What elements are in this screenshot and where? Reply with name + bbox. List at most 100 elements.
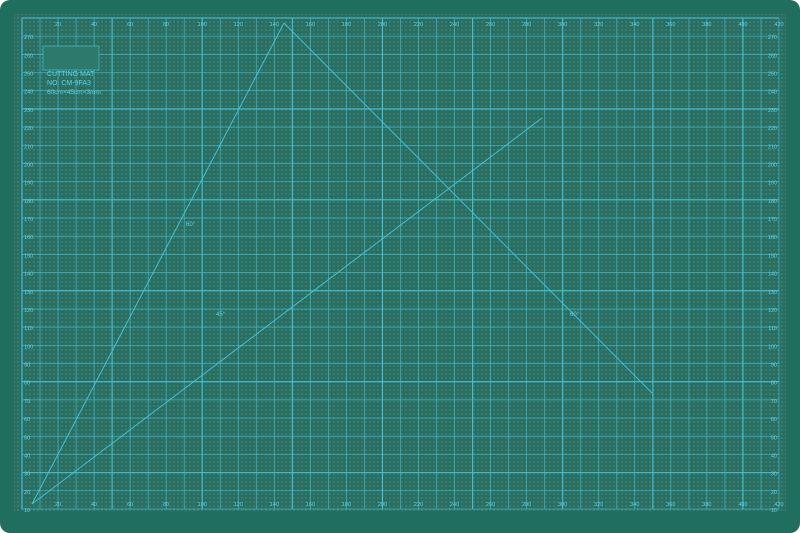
ruler-label-right: 100 bbox=[768, 344, 777, 350]
ruler-label-left: 200 bbox=[24, 162, 33, 168]
ruler-label-left: 210 bbox=[24, 144, 33, 150]
ruler-label-bottom: 220 bbox=[414, 502, 423, 508]
ruler-label-left: 150 bbox=[24, 253, 33, 259]
ruler-label-left: 10 bbox=[24, 508, 30, 514]
ruler-label-bottom: 140 bbox=[270, 502, 279, 508]
ruler-label-top: 320 bbox=[594, 22, 603, 28]
ruler-label-right: 200 bbox=[768, 162, 777, 168]
ruler-label-left: 70 bbox=[24, 399, 30, 405]
ruler-label-right: 230 bbox=[768, 108, 777, 114]
ruler-label-right: 90 bbox=[771, 363, 777, 369]
ruler-label-top: 420 bbox=[774, 22, 783, 28]
ruler-label-right: 250 bbox=[768, 72, 777, 78]
ruler-label-top: 40 bbox=[91, 22, 97, 28]
cutting-mat-grid: 20 40 60 80 100 120 140 160 180 200 220 240 260 280 30… bbox=[14, 14, 786, 514]
ruler-label-left: 240 bbox=[24, 90, 33, 96]
ruler-label-top: 200 bbox=[378, 22, 387, 28]
ruler-label-left: 110 bbox=[24, 326, 33, 332]
ruler-label-top: 20 bbox=[55, 22, 61, 28]
ruler-label-right: 180 bbox=[768, 199, 777, 205]
ruler-label-bottom: 40 bbox=[91, 502, 97, 508]
ruler-label-right: 240 bbox=[768, 90, 777, 96]
ruler-label-right: 10 bbox=[771, 508, 777, 514]
ruler-label-top: 380 bbox=[702, 22, 711, 28]
ruler-label-bottom: 20 bbox=[55, 502, 61, 508]
ruler-label-bottom: 340 bbox=[630, 502, 639, 508]
ruler-label-bottom: 160 bbox=[306, 502, 315, 508]
ruler-label-bottom: 400 bbox=[738, 502, 747, 508]
ruler-label-right: 50 bbox=[771, 435, 777, 441]
ruler-label-bottom: 80 bbox=[163, 502, 169, 508]
ruler-label-right: 270 bbox=[768, 35, 777, 41]
ruler-label-left: 20 bbox=[24, 490, 30, 496]
ruler-label-top: 180 bbox=[342, 22, 351, 28]
ruler-label-top: 160 bbox=[306, 22, 315, 28]
ruler-label-bottom: 320 bbox=[594, 502, 603, 508]
ruler-label-top: 120 bbox=[234, 22, 243, 28]
ruler-label-right: 190 bbox=[768, 181, 777, 187]
ruler-label-left: 250 bbox=[24, 72, 33, 78]
mat-label-size: 60cm×45cm×3mm bbox=[47, 89, 101, 96]
ruler-label-left: 90 bbox=[24, 363, 30, 369]
angle-label-60-right: 60° bbox=[570, 312, 580, 318]
ruler-label-left: 50 bbox=[24, 435, 30, 441]
ruler-label-left: 160 bbox=[24, 235, 33, 241]
ruler-label-right: 80 bbox=[771, 381, 777, 387]
ruler-label-top: 60 bbox=[127, 22, 133, 28]
ruler-label-left: 30 bbox=[24, 472, 30, 478]
ruler-label-top: 300 bbox=[558, 22, 567, 28]
angle-label-60-left: 60° bbox=[186, 222, 196, 228]
ruler-label-right: 140 bbox=[768, 272, 777, 278]
angle-label-45: 45° bbox=[216, 312, 226, 318]
mat-label-model: NO. CM-9FA3 bbox=[47, 80, 91, 87]
ruler-label-top: 220 bbox=[414, 22, 423, 28]
cutting-mat: 20 40 60 80 100 120 140 160 180 200 220 240 260 280 30… bbox=[0, 0, 800, 533]
ruler-label-top: 100 bbox=[198, 22, 207, 28]
ruler-label-bottom: 180 bbox=[342, 502, 351, 508]
ruler-label-left: 100 bbox=[24, 344, 33, 350]
ruler-label-left: 170 bbox=[24, 217, 33, 223]
ruler-label-left: 260 bbox=[24, 53, 33, 59]
ruler-label-bottom: 360 bbox=[666, 502, 675, 508]
ruler-label-bottom: 260 bbox=[486, 502, 495, 508]
mat-label-box bbox=[42, 45, 100, 71]
ruler-label-right: 260 bbox=[768, 53, 777, 59]
ruler-label-left: 270 bbox=[24, 35, 33, 41]
ruler-label-right: 150 bbox=[768, 253, 777, 259]
ruler-label-bottom: 380 bbox=[702, 502, 711, 508]
ruler-label-top: 260 bbox=[486, 22, 495, 28]
ruler-label-top: 80 bbox=[163, 22, 169, 28]
ruler-label-left: 60 bbox=[24, 417, 30, 423]
ruler-label-left: 190 bbox=[24, 181, 33, 187]
ruler-label-right: 40 bbox=[771, 453, 777, 459]
ruler-label-right: 220 bbox=[768, 126, 777, 132]
ruler-label-left: 140 bbox=[24, 272, 33, 278]
ruler-label-top: 400 bbox=[738, 22, 747, 28]
ruler-label-left: 130 bbox=[24, 290, 33, 296]
ruler-label-right: 120 bbox=[768, 308, 777, 314]
ruler-label-top: 140 bbox=[270, 22, 279, 28]
ruler-label-right: 30 bbox=[771, 472, 777, 478]
ruler-label-left: 40 bbox=[24, 453, 30, 459]
ruler-label-bottom: 120 bbox=[234, 502, 243, 508]
mat-label-title: CUTTING MAT bbox=[47, 71, 95, 78]
ruler-label-bottom: 100 bbox=[198, 502, 207, 508]
ruler-label-top: 280 bbox=[522, 22, 531, 28]
ruler-label-top: 340 bbox=[630, 22, 639, 28]
ruler-label-right: 130 bbox=[768, 290, 777, 296]
ruler-label-bottom: 60 bbox=[127, 502, 133, 508]
ruler-label-bottom: 300 bbox=[558, 502, 567, 508]
ruler-label-left: 230 bbox=[24, 108, 33, 114]
ruler-label-left: 80 bbox=[24, 381, 30, 387]
ruler-label-right: 60 bbox=[771, 417, 777, 423]
ruler-label-left: 180 bbox=[24, 199, 33, 205]
ruler-label-bottom: 200 bbox=[378, 502, 387, 508]
ruler-label-right: 170 bbox=[768, 217, 777, 223]
ruler-label-bottom: 240 bbox=[450, 502, 459, 508]
ruler-label-right: 20 bbox=[771, 490, 777, 496]
ruler-label-right: 210 bbox=[768, 144, 777, 150]
ruler-label-right: 110 bbox=[768, 326, 777, 332]
ruler-label-left: 220 bbox=[24, 126, 33, 132]
ruler-label-bottom: 280 bbox=[522, 502, 531, 508]
ruler-label-left: 120 bbox=[24, 308, 33, 314]
